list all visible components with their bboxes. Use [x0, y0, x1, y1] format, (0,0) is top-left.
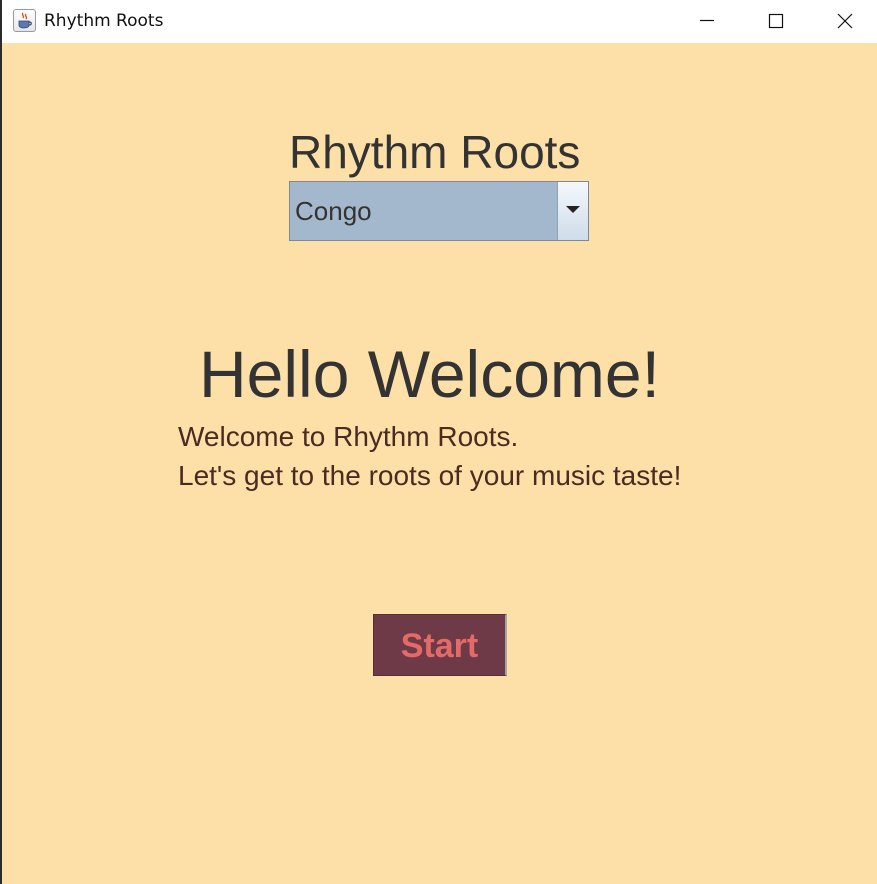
- minimize-icon: [700, 19, 714, 22]
- dropdown-selected-value: Congo: [295, 196, 372, 226]
- close-icon: [837, 13, 853, 29]
- java-cup-icon: [13, 9, 36, 32]
- welcome-message-line1: Welcome to Rhythm Roots.: [178, 421, 519, 452]
- chevron-down-icon: [566, 206, 580, 213]
- close-button[interactable]: [810, 0, 877, 43]
- start-button-label: Start: [400, 627, 479, 665]
- app-title: Rhythm Roots: [289, 126, 581, 178]
- window-title: Rhythm Roots: [44, 11, 164, 31]
- title-bar[interactable]: Rhythm Roots: [2, 0, 877, 43]
- greeting-heading: Hello Welcome!: [199, 337, 660, 411]
- main-panel: Rhythm Roots Congo Hello Welcome! Welcom…: [2, 43, 877, 884]
- country-dropdown[interactable]: Congo: [289, 181, 589, 241]
- minimize-button[interactable]: [672, 0, 742, 43]
- maximize-button[interactable]: [741, 0, 811, 43]
- start-button[interactable]: Start: [373, 614, 507, 676]
- welcome-message-line2: Let's get to the roots of your music tas…: [178, 460, 682, 491]
- maximize-icon: [768, 13, 784, 29]
- dropdown-arrow-button[interactable]: [557, 182, 588, 240]
- app-window: Rhythm Roots Rhythm Roots Congo Hello We…: [0, 0, 877, 884]
